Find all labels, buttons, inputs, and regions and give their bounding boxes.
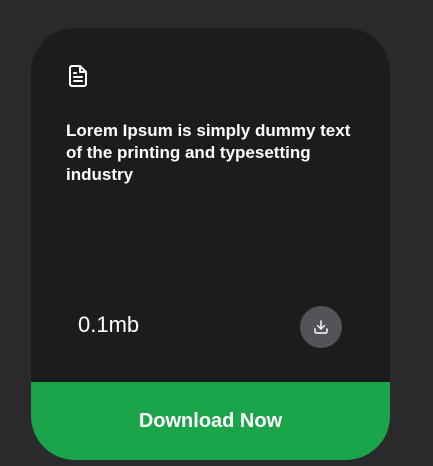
download-icon	[313, 319, 329, 335]
download-icon-button[interactable]	[300, 306, 342, 348]
file-card: Lorem Ipsum is simply dummy text of the …	[31, 28, 390, 460]
card-title: Lorem Ipsum is simply dummy text of the …	[66, 121, 351, 184]
download-now-button[interactable]: Download Now	[31, 382, 390, 460]
document-icon	[66, 64, 90, 88]
file-size: 0.1mb	[78, 312, 140, 337]
download-now-label: Download Now	[138, 409, 283, 432]
